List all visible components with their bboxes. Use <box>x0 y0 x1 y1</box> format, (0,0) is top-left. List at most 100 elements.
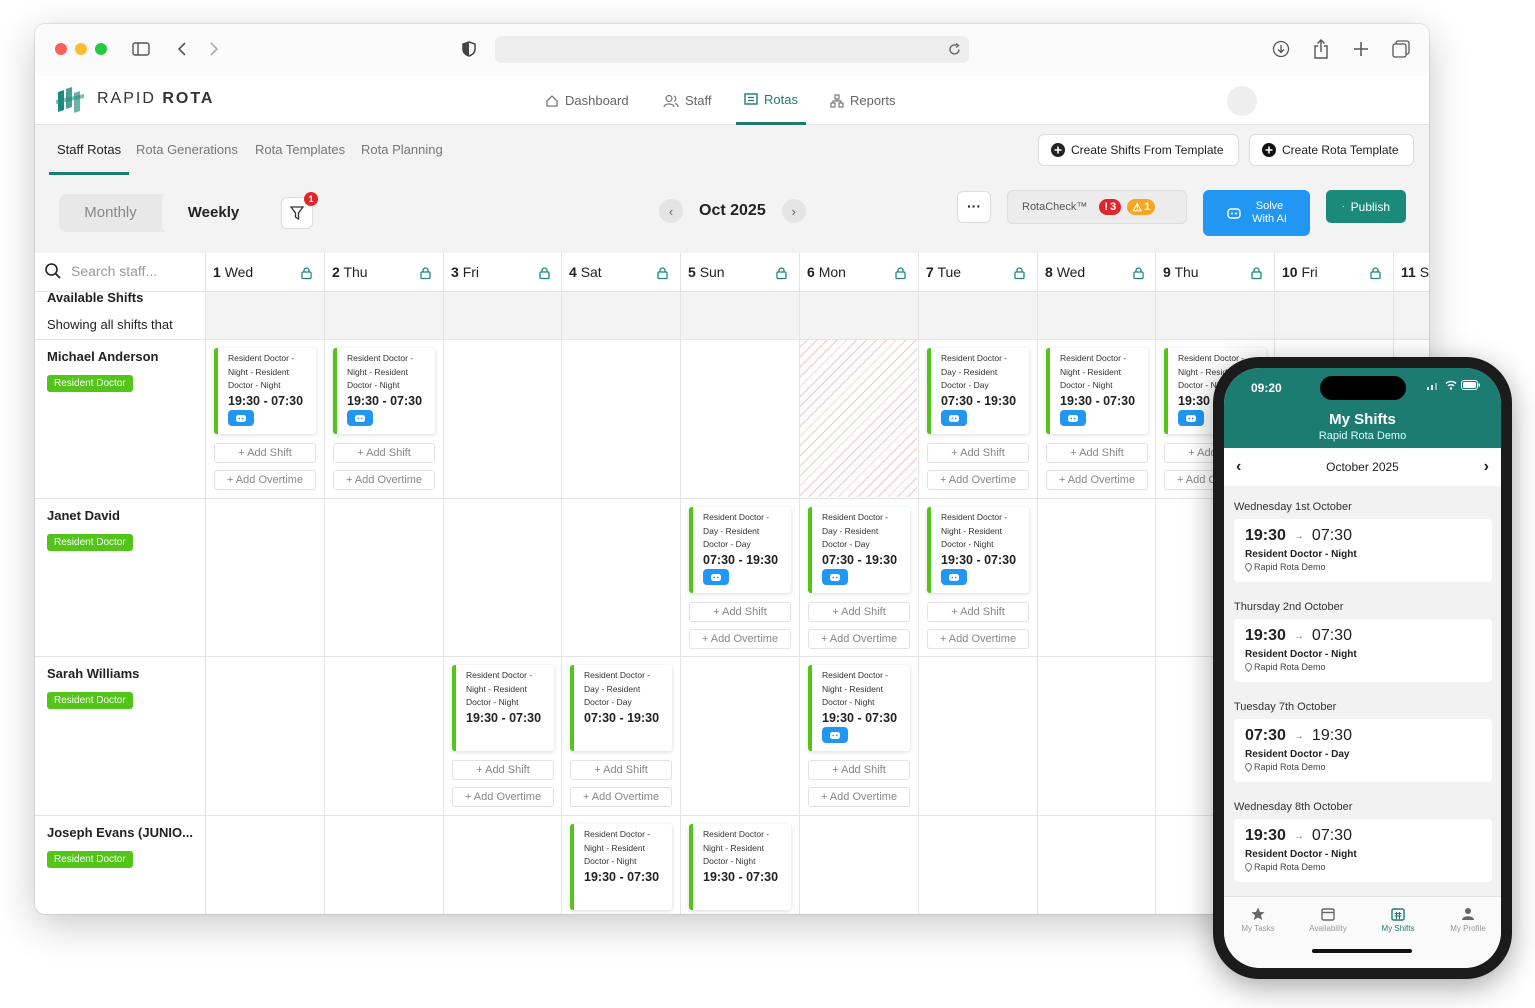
more-options-button[interactable]: ··· <box>957 191 991 223</box>
lock-icon[interactable] <box>1251 266 1262 282</box>
shift-card[interactable]: Resident Doctor - Night - Resident Docto… <box>689 824 791 910</box>
minimize-window-button[interactable] <box>75 43 87 55</box>
day-header[interactable]: 7 Tue <box>918 253 1037 291</box>
shift-card[interactable]: Resident Doctor - Night - Resident Docto… <box>333 348 435 434</box>
day-header[interactable]: 10 Fri <box>1274 253 1393 291</box>
tab-availability[interactable]: Availability <box>1298 907 1358 933</box>
filter-button[interactable]: 1 <box>281 192 318 229</box>
day-header[interactable]: 2 Thu <box>324 253 443 291</box>
staff-name[interactable]: Sarah Williams <box>47 666 197 681</box>
back-arrow-icon[interactable] <box>171 38 193 60</box>
downloads-icon[interactable] <box>1270 38 1292 60</box>
add-overtime-button[interactable]: + Add Overtime <box>689 629 791 649</box>
new-tab-icon[interactable] <box>1350 38 1372 60</box>
subtab-rota-templates[interactable]: Rota Templates <box>255 125 345 175</box>
add-shift-button[interactable]: + Add Shift <box>927 602 1029 622</box>
day-header[interactable]: 1 Wed <box>205 253 324 291</box>
user-avatar[interactable] <box>1227 86 1257 116</box>
add-overtime-button[interactable]: + Add Overtime <box>452 787 554 807</box>
address-bar[interactable] <box>495 36 969 63</box>
phone-next-month-icon[interactable]: › <box>1484 458 1489 476</box>
nav-staff[interactable]: Staff <box>663 76 712 125</box>
tab-overview-icon[interactable] <box>1390 38 1412 60</box>
subtab-rota-generations[interactable]: Rota Generations <box>136 125 238 175</box>
add-shift-button[interactable]: + Add Shift <box>452 760 554 780</box>
phone-shift-card[interactable]: 19:30 → 07:30 Resident Doctor - Night Rapi… <box>1234 619 1492 682</box>
phone-prev-month-icon[interactable]: ‹ <box>1236 458 1241 476</box>
lock-icon[interactable] <box>657 266 668 282</box>
shift-card[interactable]: Resident Doctor - Night - Resident Docto… <box>808 665 910 751</box>
add-shift-button[interactable]: + Add Shift <box>927 443 1029 463</box>
staff-search[interactable]: Search staff... <box>45 263 157 279</box>
day-header[interactable]: 4 Sat <box>561 253 680 291</box>
lock-icon[interactable] <box>1370 266 1381 282</box>
add-overtime-button[interactable]: + Add Overtime <box>927 470 1029 490</box>
subtab-rota-planning[interactable]: Rota Planning <box>361 125 443 175</box>
rapid-rota-logo[interactable]: RAPID ROTA <box>55 84 214 114</box>
solve-with-ai-button[interactable]: Solve With AI <box>1203 190 1310 236</box>
tab-my-tasks[interactable]: My Tasks <box>1228 907 1288 933</box>
day-header[interactable]: 3 Fri <box>443 253 562 291</box>
share-icon[interactable] <box>1310 38 1332 60</box>
shift-card[interactable]: Resident Doctor - Night - Resident Docto… <box>570 824 672 910</box>
shift-card[interactable]: Resident Doctor - Day - Resident Doctor … <box>808 507 910 593</box>
phone-shift-card[interactable]: 19:30 → 07:30 Resident Doctor - Night Rapi… <box>1234 819 1492 882</box>
phone-shift-card[interactable]: 19:30 → 07:30 Resident Doctor - Night Rapi… <box>1234 519 1492 582</box>
close-window-button[interactable] <box>55 43 67 55</box>
day-header[interactable]: 5 Sun <box>680 253 799 291</box>
lock-icon[interactable] <box>776 266 787 282</box>
zoom-window-button[interactable] <box>95 43 107 55</box>
tab-my-shifts[interactable]: My Shifts <box>1368 907 1428 933</box>
add-shift-button[interactable]: + Add Shift <box>808 602 910 622</box>
lock-icon[interactable] <box>895 266 906 282</box>
lock-icon[interactable] <box>1014 266 1025 282</box>
add-overtime-button[interactable]: + Add Overtime <box>808 629 910 649</box>
shift-card[interactable]: Resident Doctor - Day - Resident Doctor … <box>927 348 1029 434</box>
shift-card[interactable]: Resident Doctor - Night - Resident Docto… <box>452 665 554 751</box>
lock-icon[interactable] <box>539 266 550 282</box>
day-header[interactable]: 9 Thu <box>1155 253 1274 291</box>
lock-icon[interactable] <box>420 266 431 282</box>
add-shift-button[interactable]: + Add Shift <box>333 443 435 463</box>
add-overtime-button[interactable]: + Add Overtime <box>214 470 316 490</box>
shift-card[interactable]: Resident Doctor - Night - Resident Docto… <box>1046 348 1148 434</box>
nav-reports[interactable]: Reports <box>830 76 896 125</box>
staff-name[interactable]: Janet David <box>47 508 197 523</box>
add-shift-button[interactable]: + Add Shift <box>1046 443 1148 463</box>
lock-icon[interactable] <box>1133 266 1144 282</box>
staff-name[interactable]: Joseph Evans (JUNIO... <box>47 825 197 840</box>
tab-my-profile[interactable]: My Profile <box>1438 907 1498 933</box>
weekly-view-button[interactable]: Weekly <box>162 194 265 232</box>
reload-icon[interactable] <box>943 38 965 60</box>
day-header[interactable]: 8 Wed <box>1037 253 1156 291</box>
nav-rotas[interactable]: Rotas <box>736 76 806 125</box>
prev-month-button[interactable]: ‹ <box>659 199 683 223</box>
day-header[interactable]: 6 Mon <box>799 253 918 291</box>
create-rota-template-button[interactable]: Create Rota Template <box>1249 134 1414 166</box>
shift-card[interactable]: Resident Doctor - Night - Resident Docto… <box>927 507 1029 593</box>
monthly-view-button[interactable]: Monthly <box>59 194 162 232</box>
add-overtime-button[interactable]: + Add Overtime <box>1046 470 1148 490</box>
next-month-button[interactable]: › <box>781 199 806 223</box>
rotacheck-button[interactable]: RotaCheck™ ! 3 ⚠ 1 <box>1007 190 1187 224</box>
forward-arrow-icon[interactable] <box>203 38 225 60</box>
day-header[interactable]: 11 Sa <box>1393 253 1429 291</box>
sidebar-toggle-icon[interactable] <box>130 38 152 60</box>
shift-card[interactable]: Resident Doctor - Night - Resident Docto… <box>214 348 316 434</box>
add-shift-button[interactable]: + Add Shift <box>570 760 672 780</box>
shift-card[interactable]: Resident Doctor - Day - Resident Doctor … <box>689 507 791 593</box>
add-shift-button[interactable]: + Add Shift <box>689 602 791 622</box>
shift-card[interactable]: Resident Doctor - Day - Resident Doctor … <box>570 665 672 751</box>
lock-icon[interactable] <box>301 266 312 282</box>
publish-button[interactable]: · Publish <box>1326 190 1406 223</box>
add-overtime-button[interactable]: + Add Overtime <box>570 787 672 807</box>
add-overtime-button[interactable]: + Add Overtime <box>808 787 910 807</box>
create-shifts-from-template-button[interactable]: Create Shifts From Template <box>1038 134 1239 166</box>
add-overtime-button[interactable]: + Add Overtime <box>927 629 1029 649</box>
nav-dashboard[interactable]: Dashboard <box>545 76 629 125</box>
add-shift-button[interactable]: + Add Shift <box>808 760 910 780</box>
add-overtime-button[interactable]: + Add Overtime <box>333 470 435 490</box>
privacy-shield-icon[interactable] <box>458 38 480 60</box>
add-shift-button[interactable]: + Add Shift <box>214 443 316 463</box>
phone-shift-card[interactable]: 07:30 → 19:30 Resident Doctor - Day Rapid … <box>1234 719 1492 782</box>
